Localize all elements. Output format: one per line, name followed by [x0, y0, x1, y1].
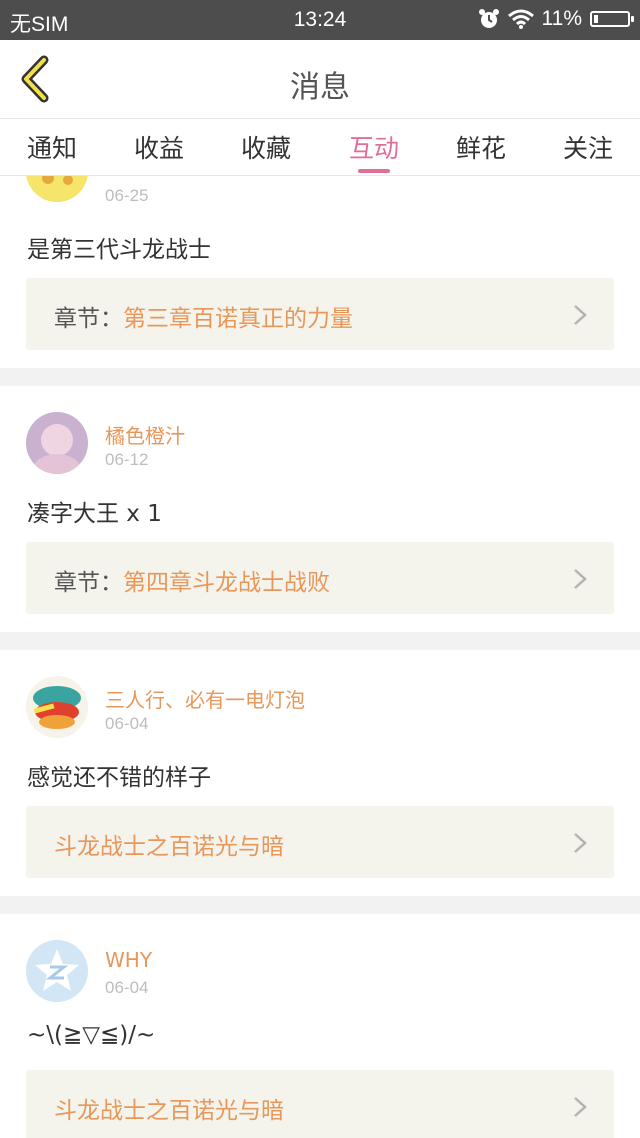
message-date: 06-25	[105, 186, 149, 205]
status-icons: 11%	[470, 7, 634, 31]
message-date: 06-12	[105, 450, 149, 469]
chevron-right-icon	[574, 569, 587, 589]
book-link[interactable]: 斗龙战士之百诺光与暗	[26, 806, 614, 878]
battery-fill	[594, 15, 598, 23]
avatar[interactable]	[26, 940, 88, 1002]
message-username[interactable]: 橘色橙汁	[105, 420, 185, 449]
tab-bar: 通知 收益 收藏 互动 鲜花 关注	[0, 119, 640, 176]
message-username[interactable]: WHY	[105, 948, 152, 972]
tab-notifications[interactable]: 通知	[12, 129, 92, 165]
ref-label: 章节：	[54, 306, 123, 332]
ref-title: 斗龙战士之百诺光与暗	[54, 834, 284, 860]
ref-title: 斗龙战士之百诺光与暗	[54, 1098, 284, 1124]
chevron-right-icon	[574, 833, 587, 853]
message-card: 橘色橙汁 06-12 凑字大王 x 1 章节：第四章斗龙战士战败	[0, 386, 640, 632]
tab-following[interactable]: 关注	[548, 129, 628, 165]
active-tab-indicator	[358, 169, 390, 173]
alarm-icon	[478, 9, 499, 28]
ref-label: 章节：	[54, 570, 123, 596]
tab-favorites[interactable]: 收藏	[226, 129, 306, 165]
battery-icon	[590, 11, 634, 27]
tab-earnings[interactable]: 收益	[119, 129, 199, 165]
ref-title: 第三章百诺真正的力量	[123, 306, 353, 332]
avatar[interactable]	[26, 412, 88, 474]
chevron-right-icon	[574, 305, 587, 325]
battery-percent: 11%	[541, 7, 582, 30]
book-link[interactable]: 斗龙战士之百诺光与暗	[26, 1070, 614, 1138]
header: 消息	[0, 40, 640, 119]
page-title: 消息	[290, 70, 350, 105]
ref-title: 第四章斗龙战士战败	[123, 570, 330, 596]
chapter-link[interactable]: 章节：第三章百诺真正的力量	[26, 278, 614, 350]
status-bar: 无SIM 13:24 11%	[0, 0, 640, 40]
message-comment: ~\(≧▽≦)/~	[27, 1022, 156, 1048]
tab-interactions[interactable]: 互动	[334, 129, 414, 165]
message-date: 06-04	[105, 978, 149, 997]
message-card: 三人行、必有一电灯泡 06-04 感觉还不错的样子 斗龙战士之百诺光与暗	[0, 650, 640, 896]
message-comment: 是第三代斗龙战士	[27, 237, 211, 263]
message-date: 06-04	[105, 714, 149, 733]
wifi-icon	[507, 9, 534, 29]
chapter-link[interactable]: 章节：第四章斗龙战士战败	[26, 542, 614, 614]
message-comment: 凑字大王 x 1	[27, 501, 162, 527]
chevron-right-icon	[574, 1097, 587, 1117]
message-comment: 感觉还不错的样子	[27, 765, 211, 791]
message-username[interactable]: 三人行、必有一电灯泡	[105, 684, 305, 713]
avatar[interactable]	[26, 176, 88, 202]
tab-flowers[interactable]: 鲜花	[441, 129, 521, 165]
message-card: 06-25 是第三代斗龙战士 章节：第三章百诺真正的力量	[0, 176, 640, 368]
message-list: 06-25 是第三代斗龙战士 章节：第三章百诺真正的力量 橘色橙汁 06-12 …	[0, 176, 640, 1138]
avatar[interactable]	[26, 676, 88, 738]
message-card: WHY 06-04 ~\(≧▽≦)/~ 斗龙战士之百诺光与暗	[0, 914, 640, 1138]
